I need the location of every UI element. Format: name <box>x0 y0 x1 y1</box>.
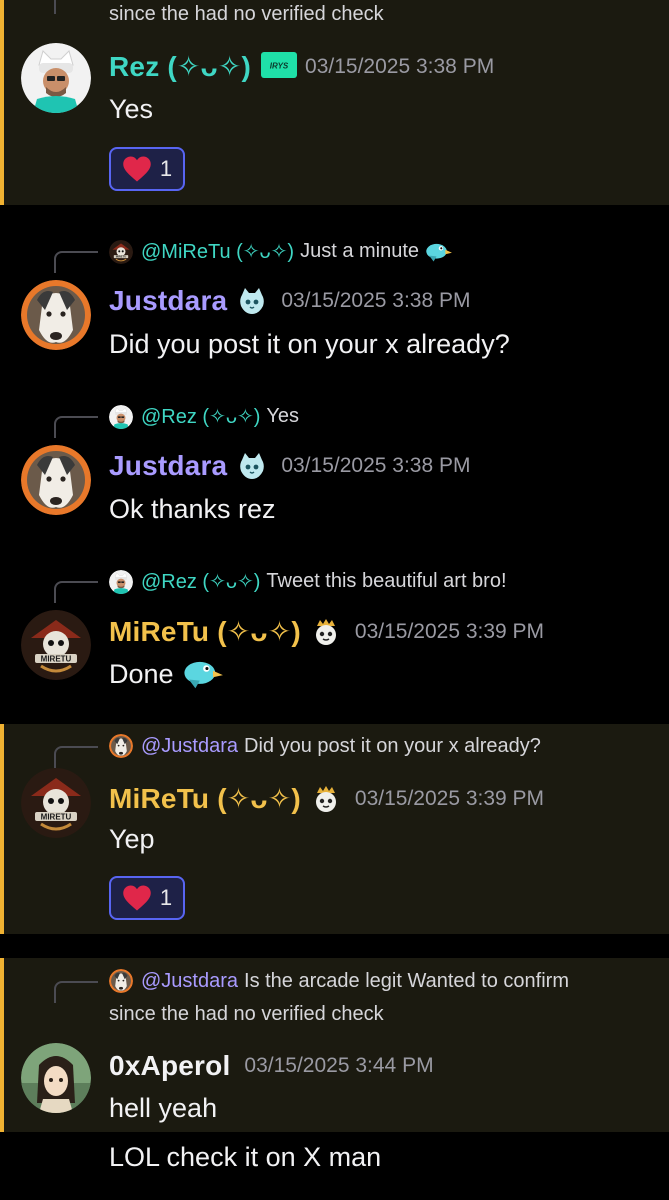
reply-avatar <box>109 240 133 264</box>
timestamp: 03/15/2025 3:44 PM <box>244 1054 434 1077</box>
irys-badge-icon: IRYS <box>261 51 298 82</box>
reply-preview[interactable]: @Rez (✧ᴗ✧) Yes <box>109 404 299 429</box>
message-rez[interactable]: Rez (✧ᴗ✧) IRYS 03/15/2025 3:38 PM Yes 1 <box>0 0 669 205</box>
author-name[interactable]: Rez (✧ᴗ✧) <box>109 50 251 83</box>
reply-mention[interactable]: @MiReTu (✧ᴗ✧) <box>141 239 294 264</box>
timestamp: 03/15/2025 3:38 PM <box>305 54 495 78</box>
reply-text: Tweet this beautiful art bro! <box>266 570 507 592</box>
timestamp: 03/15/2025 3:39 PM <box>354 786 545 810</box>
reply-text: Did you post it on your x already? <box>244 734 541 757</box>
cat-badge-icon <box>237 451 267 481</box>
avatar-0xaperol[interactable] <box>21 1043 91 1113</box>
author-name[interactable]: MiReTu (✧ᴗ✧) <box>109 782 301 815</box>
avatar-justdara[interactable] <box>21 445 91 515</box>
reply-avatar <box>109 570 133 594</box>
message-0xaperol[interactable]: @Justdara Is the arcade legit Wanted to … <box>0 955 669 1200</box>
message-text: Done <box>109 658 174 689</box>
reply-preview[interactable]: @Justdara Did you post it on your x alre… <box>109 734 541 758</box>
message-header: Justdara 03/15/2025 3:38 PM <box>109 285 470 317</box>
reply-preview-line2: since the had no verified check <box>109 1003 384 1026</box>
heart-icon <box>122 155 152 183</box>
reply-spine <box>54 581 98 603</box>
message-miretu-2[interactable]: @Justdara Did you post it on your x alre… <box>0 720 669 934</box>
reply-text: Just a minute <box>300 240 420 262</box>
reply-mention[interactable]: @Justdara <box>141 735 238 758</box>
reply-text: Yes <box>266 405 300 427</box>
cat-badge-icon <box>237 286 267 316</box>
message-content: Done <box>109 657 224 691</box>
timestamp: 03/15/2025 3:39 PM <box>354 619 545 643</box>
author-name[interactable]: Justdara <box>109 450 227 482</box>
crowned-badge-icon <box>311 784 341 814</box>
reply-text: Is the arcade legit Wanted to confirm <box>244 969 569 992</box>
reaction-heart[interactable]: 1 <box>109 876 185 920</box>
avatar-rez[interactable] <box>21 43 91 113</box>
avatar-justdara[interactable] <box>21 280 91 350</box>
reply-spine <box>54 746 98 768</box>
message-content: hell yeah <box>109 1093 218 1123</box>
message-header: MiReTu (✧ᴗ✧) 03/15/2025 3:39 PM <box>109 615 544 648</box>
reply-preview[interactable]: @Rez (✧ᴗ✧) Tweet this beautiful art bro! <box>109 569 507 594</box>
heart-icon <box>122 884 152 912</box>
timestamp: 03/15/2025 3:38 PM <box>281 289 471 312</box>
reply-spine <box>54 981 98 1003</box>
reaction-heart[interactable]: 1 <box>109 147 185 191</box>
reaction-count: 1 <box>159 156 173 181</box>
reaction-count: 1 <box>159 885 173 910</box>
timestamp: 03/15/2025 3:38 PM <box>281 454 471 477</box>
message-justdara-1[interactable]: @MiReTu (✧ᴗ✧) Just a minute Justdara 03/… <box>0 225 669 375</box>
irys-badge-label: IRYS <box>270 61 289 70</box>
message-header: Rez (✧ᴗ✧) IRYS 03/15/2025 3:38 PM <box>109 50 494 83</box>
message-header: Justdara 03/15/2025 3:38 PM <box>109 450 470 482</box>
message-content: Did you post it on your x already? <box>109 329 510 359</box>
reply-text-line2: since the had no verified check <box>109 1003 384 1025</box>
reply-preview[interactable]: @Justdara Is the arcade legit Wanted to … <box>109 969 569 993</box>
avatar-miretu[interactable] <box>21 610 91 680</box>
message-content: Yep <box>109 824 155 854</box>
crowned-badge-icon <box>311 617 341 647</box>
message-miretu-1[interactable]: @Rez (✧ᴗ✧) Tweet this beautiful art bro!… <box>0 555 669 715</box>
avatar-miretu[interactable] <box>21 768 91 838</box>
reply-avatar <box>109 405 133 429</box>
author-name[interactable]: MiReTu (✧ᴗ✧) <box>109 615 301 648</box>
message-header: 0xAperol 03/15/2025 3:44 PM <box>109 1050 434 1082</box>
reply-mention[interactable]: @Rez (✧ᴗ✧) <box>141 569 260 594</box>
reply-mention[interactable]: @Justdara <box>141 970 238 993</box>
message-justdara-2[interactable]: @Rez (✧ᴗ✧) Yes Justdara 03/15/2025 3:38 … <box>0 390 669 540</box>
reply-spine <box>54 251 98 273</box>
bird-emoji-icon <box>180 657 224 691</box>
message-header: MiReTu (✧ᴗ✧) 03/15/2025 3:39 PM <box>109 782 544 815</box>
reply-preview[interactable]: @MiReTu (✧ᴗ✧) Just a minute <box>109 239 453 264</box>
author-name[interactable]: 0xAperol <box>109 1050 230 1082</box>
message-content: Ok thanks rez <box>109 494 276 524</box>
reply-avatar <box>109 969 133 993</box>
bird-emoji-icon <box>423 241 453 263</box>
message-content: Yes <box>109 94 154 124</box>
message-content-2: LOL check it on X man <box>109 1142 382 1172</box>
reply-avatar <box>109 734 133 758</box>
reply-spine <box>54 416 98 438</box>
author-name[interactable]: Justdara <box>109 285 227 317</box>
reply-mention[interactable]: @Rez (✧ᴗ✧) <box>141 404 260 429</box>
